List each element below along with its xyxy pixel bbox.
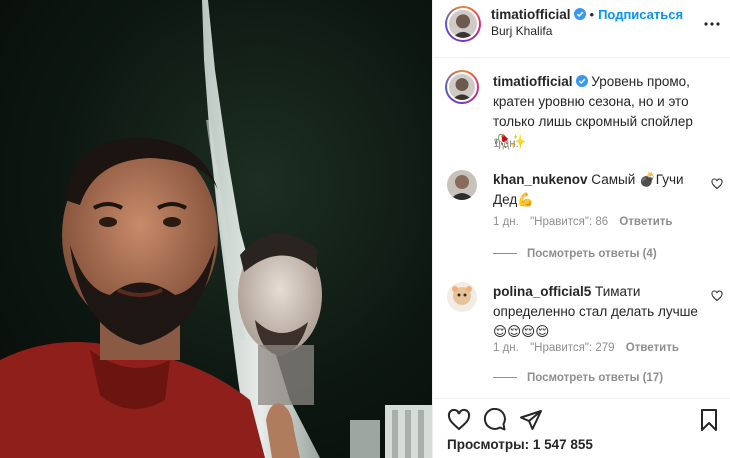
replies-divider-line xyxy=(493,253,517,255)
post-video[interactable] xyxy=(0,0,432,458)
avatar-image xyxy=(449,74,475,100)
bookmark-icon[interactable] xyxy=(697,408,721,432)
video-frame-illustration xyxy=(0,0,432,458)
caption-username[interactable]: timatiofficial xyxy=(493,74,573,89)
comment-like-heart-icon[interactable] xyxy=(711,178,723,190)
view-replies-button[interactable]: Посмотреть ответы (17) xyxy=(493,372,663,384)
comment-time[interactable]: 1 дн. xyxy=(493,216,519,228)
separator-dot: • xyxy=(589,7,595,22)
author-username[interactable]: timatiofficial xyxy=(491,7,571,22)
follow-button[interactable]: Подписаться xyxy=(598,7,683,22)
reply-button[interactable]: Ответить xyxy=(619,216,672,228)
comment-text-block: polina_official5 Тимати определенно стал… xyxy=(493,282,703,342)
share-icon[interactable] xyxy=(519,408,543,432)
post-details-panel: timatiofficial • Подписаться Burj Khalifa … xyxy=(432,0,730,458)
verified-badge-icon xyxy=(575,75,588,87)
caption-author-avatar[interactable] xyxy=(445,70,479,104)
avatar-image xyxy=(447,282,477,312)
post-header: timatiofficial • Подписаться Burj Khalifa xyxy=(433,0,730,58)
replies-divider-line xyxy=(493,377,517,379)
header-username-row: timatiofficial • Подписаться xyxy=(491,7,683,22)
comment-likes[interactable]: "Нравится": 279 xyxy=(530,342,615,354)
comment-meta: 1 дн. "Нравится": 86 Ответить xyxy=(493,216,681,228)
comment-username[interactable]: polina_official5 xyxy=(493,284,591,299)
action-bar: Просмотры: 1 547 855 xyxy=(433,398,730,458)
author-avatar[interactable] xyxy=(445,6,481,42)
comment-time[interactable]: 1 дн. xyxy=(493,342,519,354)
comment-likes[interactable]: "Нравится": 86 xyxy=(530,216,608,228)
comment-meta: 1 дн. "Нравится": 279 Ответить xyxy=(493,342,687,354)
avatar-image xyxy=(449,10,477,38)
views-count: Просмотры: 1 547 855 xyxy=(447,437,593,452)
location-link[interactable]: Burj Khalifa xyxy=(491,24,552,38)
view-replies-button[interactable]: Посмотреть ответы (4) xyxy=(493,248,657,260)
heart-icon[interactable] xyxy=(447,408,471,432)
comment-like-heart-icon[interactable] xyxy=(711,290,723,302)
comment-text-block: khan_nukenov Самый 💣Гучи Дед💪 xyxy=(493,170,703,210)
comment-username[interactable]: khan_nukenov xyxy=(493,172,588,187)
commenter-avatar[interactable] xyxy=(447,170,477,200)
view-replies-label: Посмотреть ответы (17) xyxy=(527,372,664,384)
view-replies-label: Посмотреть ответы (4) xyxy=(527,248,657,260)
avatar-image xyxy=(447,170,477,200)
comment-icon[interactable] xyxy=(483,408,507,432)
verified-badge-icon xyxy=(573,8,586,20)
commenter-avatar[interactable] xyxy=(447,282,477,312)
reply-button[interactable]: Ответить xyxy=(626,342,679,354)
caption-meta: 1 дн. xyxy=(493,138,527,150)
caption-time[interactable]: 1 дн. xyxy=(493,138,519,150)
more-options-icon[interactable] xyxy=(703,15,721,33)
